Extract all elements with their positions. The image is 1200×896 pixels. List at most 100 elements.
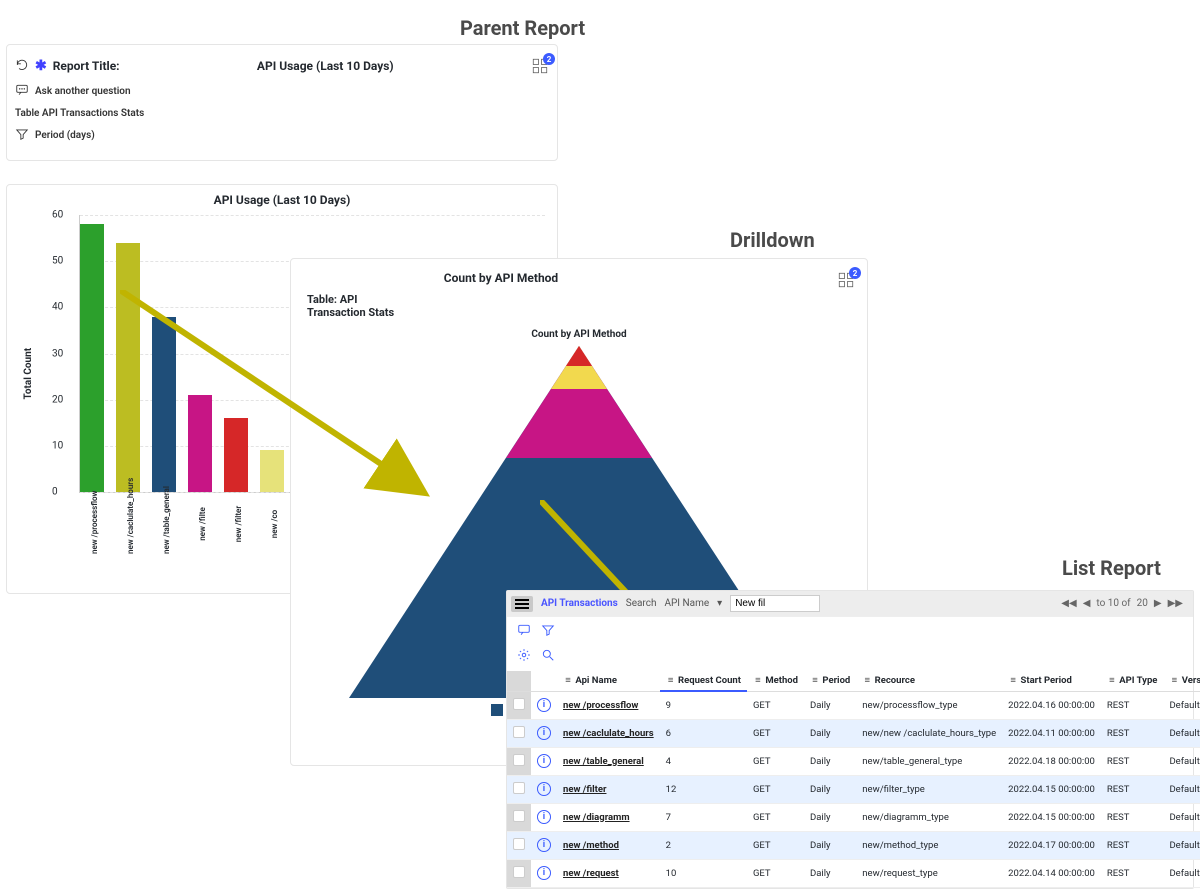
chat-icon[interactable]: [517, 623, 531, 640]
cell-resource: new/method_type: [856, 831, 1002, 859]
search-input[interactable]: [730, 595, 820, 612]
row-checkbox[interactable]: [513, 838, 525, 850]
table-row[interactable]: inew /processflow9GETDailynew/processflo…: [507, 691, 1200, 719]
cell-type: REST: [1101, 719, 1164, 747]
bar[interactable]: [152, 317, 176, 492]
cell-resource: new/request_type: [856, 859, 1002, 887]
table-row[interactable]: inew /request10GETDailynew/request_type2…: [507, 859, 1200, 887]
bar[interactable]: [224, 418, 248, 492]
api-link[interactable]: new /table_general: [563, 756, 644, 767]
cell-version: Default: [1163, 691, 1200, 719]
filter-label: Period (days): [35, 130, 95, 141]
hamburger-icon[interactable]: [511, 596, 533, 612]
info-icon[interactable]: i: [537, 698, 551, 712]
cell-start: 2022.04.17 00:00:00: [1002, 831, 1101, 859]
info-icon[interactable]: i: [537, 782, 551, 796]
column-header[interactable]: ≡ Method: [747, 671, 804, 691]
badge-count: 2: [543, 53, 555, 65]
cell-start: 2022.04.15 00:00:00: [1002, 803, 1101, 831]
filter-icon[interactable]: [15, 127, 29, 144]
related-records-icon[interactable]: 2: [531, 57, 549, 75]
bar[interactable]: [188, 395, 212, 492]
ask-another-question[interactable]: Ask another question: [35, 86, 131, 97]
table-row[interactable]: inew /diagramm7GETDailynew/diagramm_type…: [507, 803, 1200, 831]
api-link[interactable]: new /processflow: [563, 700, 638, 711]
column-header[interactable]: [507, 671, 531, 691]
filter-icon[interactable]: [541, 623, 555, 640]
api-link[interactable]: new /request: [563, 868, 619, 879]
pager-last-icon[interactable]: ▶▶: [1168, 598, 1183, 609]
cell-count: 7: [660, 803, 747, 831]
list-toolbar-2: [507, 642, 1193, 671]
row-checkbox[interactable]: [513, 810, 525, 822]
bar[interactable]: [260, 450, 284, 492]
table-row[interactable]: inew /method2GETDailynew/method_type2022…: [507, 831, 1200, 859]
list-header-bar: API Transactions Search API Name ▾ ◀◀ ◀ …: [507, 591, 1193, 617]
column-header[interactable]: ≡ Recource: [856, 671, 1002, 691]
ytick: 0: [52, 487, 58, 498]
column-header[interactable]: ≡ Version: [1163, 671, 1200, 691]
info-icon[interactable]: i: [537, 866, 551, 880]
cell-period: Daily: [804, 747, 856, 775]
cell-start: 2022.04.18 00:00:00: [1002, 747, 1101, 775]
section-title-parent: Parent Report: [460, 16, 585, 40]
gear-icon[interactable]: [517, 648, 531, 665]
cell-resource: new/diagramm_type: [856, 803, 1002, 831]
cell-period: Daily: [804, 859, 856, 887]
api-link[interactable]: new /method: [563, 840, 619, 851]
cell-start: 2022.04.16 00:00:00: [1002, 691, 1101, 719]
cell-type: REST: [1101, 775, 1164, 803]
refresh-icon[interactable]: [15, 58, 29, 75]
pager-total: 20: [1137, 598, 1148, 609]
cell-period: Daily: [804, 719, 856, 747]
pager-first-icon[interactable]: ◀◀: [1061, 598, 1076, 609]
related-records-icon[interactable]: 2: [837, 271, 855, 289]
row-checkbox[interactable]: [513, 866, 525, 878]
column-header[interactable]: ≡ Request Count: [660, 671, 747, 691]
row-checkbox[interactable]: [513, 698, 525, 710]
column-header[interactable]: [531, 671, 557, 691]
ytick: 10: [52, 440, 63, 451]
info-icon[interactable]: i: [537, 810, 551, 824]
table-row[interactable]: inew /caclulate_hours6GETDailynew/new /c…: [507, 719, 1200, 747]
cell-method: GET: [747, 775, 804, 803]
cell-count: 12: [660, 775, 747, 803]
pager-next-icon[interactable]: ▶: [1154, 598, 1162, 609]
list-brand[interactable]: API Transactions: [541, 598, 618, 609]
search-icon[interactable]: [541, 648, 555, 665]
column-header[interactable]: ≡ API Type: [1101, 671, 1164, 691]
column-header[interactable]: ≡ Api Name: [557, 671, 660, 691]
column-header[interactable]: ≡ Start Period: [1002, 671, 1101, 691]
source-table-label: Table API Transactions Stats: [15, 108, 144, 119]
row-checkbox[interactable]: [513, 726, 525, 738]
api-link[interactable]: new /diagramm: [563, 812, 630, 823]
row-checkbox[interactable]: [513, 754, 525, 766]
pager-prev-icon[interactable]: ◀: [1083, 598, 1091, 609]
bar[interactable]: [80, 224, 104, 492]
cell-version: Default: [1163, 831, 1200, 859]
api-link[interactable]: new /caclulate_hours: [563, 728, 654, 739]
row-checkbox[interactable]: [513, 782, 525, 794]
table-row[interactable]: inew /table_general4GETDailynew/table_ge…: [507, 747, 1200, 775]
list-report-panel: API Transactions Search API Name ▾ ◀◀ ◀ …: [506, 590, 1194, 889]
cell-count: 9: [660, 691, 747, 719]
pager-range: to 10 of: [1096, 598, 1130, 609]
section-title-drilldown: Drilldown: [730, 228, 815, 252]
info-icon[interactable]: i: [537, 838, 551, 852]
chevron-down-icon[interactable]: ▾: [717, 598, 722, 609]
cell-start: 2022.04.15 00:00:00: [1002, 775, 1101, 803]
cell-method: GET: [747, 747, 804, 775]
xtick: new /co: [270, 494, 279, 554]
cell-method: GET: [747, 719, 804, 747]
table-row[interactable]: inew /filter12GETDailynew/filter_type202…: [507, 775, 1200, 803]
api-link[interactable]: new /filter: [563, 784, 606, 795]
cell-method: GET: [747, 859, 804, 887]
bar[interactable]: [116, 243, 140, 492]
cell-period: Daily: [804, 831, 856, 859]
ytick: 50: [52, 256, 63, 267]
info-icon[interactable]: i: [537, 754, 551, 768]
column-header[interactable]: ≡ Period: [804, 671, 856, 691]
info-icon[interactable]: i: [537, 726, 551, 740]
cell-type: REST: [1101, 747, 1164, 775]
chat-icon[interactable]: [15, 83, 29, 100]
